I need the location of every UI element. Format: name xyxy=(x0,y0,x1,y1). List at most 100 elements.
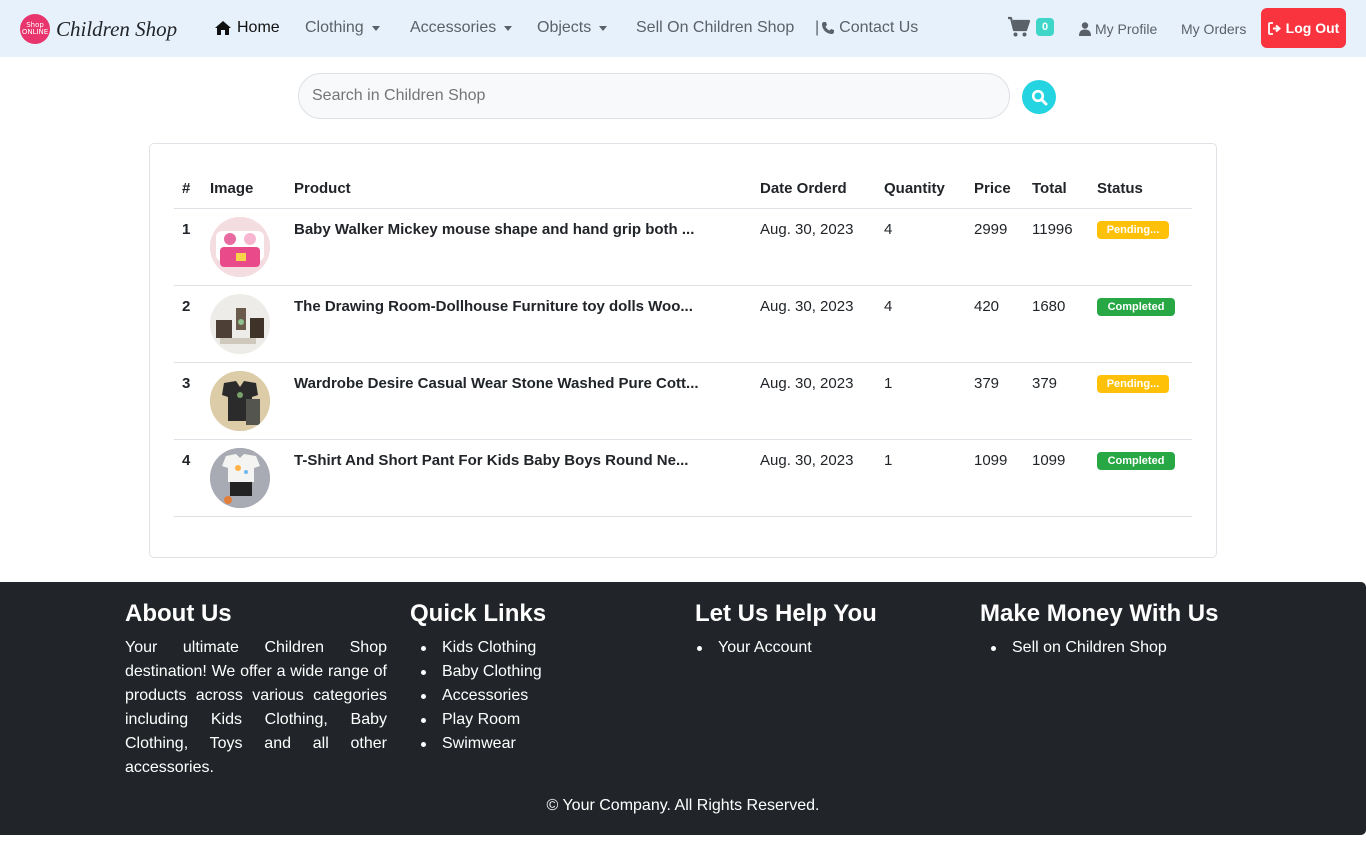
chevron-down-icon xyxy=(371,26,380,31)
home-icon xyxy=(215,21,231,35)
table-divider xyxy=(174,362,1192,363)
cart-button[interactable]: 0 xyxy=(1007,16,1055,38)
col-header-date: Date Orderd xyxy=(760,180,847,197)
footer-money-title: Make Money With Us xyxy=(980,600,1219,627)
footer-link-your-account[interactable]: Your Account xyxy=(695,636,812,660)
product-name[interactable]: Wardrobe Desire Casual Wear Stone Washed… xyxy=(294,375,714,392)
cart-icon xyxy=(1008,16,1031,37)
nav-clothing-dropdown[interactable]: Clothing xyxy=(305,19,380,37)
footer-link-kids-clothing[interactable]: Kids Clothing xyxy=(419,636,542,660)
footer-about-text: Your ultimate Children Shop destination!… xyxy=(125,639,387,776)
nav-home[interactable]: Home xyxy=(214,19,280,37)
chevron-down-icon xyxy=(504,26,513,31)
my-profile-label: My Profile xyxy=(1095,21,1158,37)
nav-accessories-label: Accessories xyxy=(410,19,497,36)
nav-home-label: Home xyxy=(237,19,280,36)
search-input[interactable] xyxy=(298,73,1010,119)
top-navbar: Shop ONLINE Children Shop Home Clothing … xyxy=(0,0,1366,57)
order-date: Aug. 30, 2023 xyxy=(760,375,854,392)
product-thumbnail[interactable] xyxy=(210,371,270,431)
order-date: Aug. 30, 2023 xyxy=(760,452,854,469)
footer-link-accessories[interactable]: Accessories xyxy=(419,684,542,708)
brand[interactable]: Shop ONLINE Children Shop xyxy=(20,14,177,44)
cart-count-badge: 0 xyxy=(1036,18,1055,36)
footer-link-swimwear[interactable]: Swimwear xyxy=(419,732,542,756)
nav-sell-label: Sell On Children Shop xyxy=(636,19,795,36)
nav-contact-link[interactable]: | Contact Us xyxy=(815,19,918,37)
col-header-quantity: Quantity xyxy=(884,180,945,197)
order-total: 379 xyxy=(1032,375,1058,392)
brand-logo-text: Shop ONLINE xyxy=(21,21,49,36)
orders-card xyxy=(149,143,1217,558)
status-badge: Completed xyxy=(1097,452,1175,470)
product-thumbnail[interactable] xyxy=(210,217,270,277)
row-number: 1 xyxy=(182,221,191,238)
logout-button[interactable]: Log Out xyxy=(1261,8,1346,48)
row-number: 3 xyxy=(182,375,191,392)
sign-out-icon xyxy=(1267,21,1281,35)
order-quantity: 4 xyxy=(884,221,893,238)
col-header-total: Total xyxy=(1032,180,1067,197)
my-orders-label: My Orders xyxy=(1181,21,1247,37)
nav-contact-label: Contact Us xyxy=(839,19,919,36)
product-name[interactable]: T-Shirt And Short Pant For Kids Baby Boy… xyxy=(294,452,714,469)
table-divider xyxy=(174,516,1192,517)
footer-link-sell[interactable]: Sell on Children Shop xyxy=(989,636,1167,660)
search-icon xyxy=(1031,89,1047,105)
footer-quick-links: Kids Clothing Baby Clothing Accessories … xyxy=(419,636,542,756)
footer-about-title: About Us xyxy=(125,600,232,627)
order-price: 379 xyxy=(974,375,1000,392)
order-price: 1099 xyxy=(974,452,1008,469)
order-quantity: 1 xyxy=(884,452,893,469)
product-name[interactable]: The Drawing Room-Dollhouse Furniture toy… xyxy=(294,298,714,315)
my-orders-link[interactable]: My Orders xyxy=(1181,21,1246,37)
brand-name: Children Shop xyxy=(56,16,178,41)
footer-quick-links-title: Quick Links xyxy=(410,600,547,627)
nav-accessories-dropdown[interactable]: Accessories xyxy=(410,19,513,37)
logout-label: Log Out xyxy=(1285,20,1340,36)
footer-link-play-room[interactable]: Play Room xyxy=(419,708,542,732)
product-name[interactable]: Baby Walker Mickey mouse shape and hand … xyxy=(294,221,714,238)
order-quantity: 1 xyxy=(884,375,893,392)
tshirt-shorts-image xyxy=(210,448,270,508)
row-number: 2 xyxy=(182,298,191,315)
baby-walker-image xyxy=(210,217,270,277)
product-thumbnail[interactable] xyxy=(210,448,270,508)
order-price: 2999 xyxy=(974,221,1008,238)
footer-copyright: © Your Company. All Rights Reserved. xyxy=(546,797,820,814)
footer-help-title: Let Us Help You xyxy=(695,600,877,627)
order-quantity: 4 xyxy=(884,298,893,315)
col-header-image: Image xyxy=(210,180,254,197)
nav-objects-label: Objects xyxy=(537,19,592,36)
footer-link-baby-clothing[interactable]: Baby Clothing xyxy=(419,660,542,684)
status-badge: Completed xyxy=(1097,298,1175,316)
footer-help-links: Your Account xyxy=(695,636,812,660)
col-header-price: Price xyxy=(974,180,1011,197)
phone-icon xyxy=(822,22,835,34)
my-profile-link[interactable]: My Profile xyxy=(1079,21,1157,37)
footer-money-links: Sell on Children Shop xyxy=(989,636,1167,660)
brand-logo: Shop ONLINE xyxy=(20,14,50,44)
table-divider xyxy=(174,439,1192,440)
order-price: 420 xyxy=(974,298,1000,315)
nav-objects-dropdown[interactable]: Objects xyxy=(537,19,608,37)
chevron-down-icon xyxy=(599,26,608,31)
order-total: 1099 xyxy=(1032,452,1066,469)
nav-separator: | xyxy=(815,19,820,36)
search-button[interactable] xyxy=(1022,80,1056,114)
status-badge: Pending... xyxy=(1097,221,1169,239)
table-divider xyxy=(174,208,1192,209)
col-header-status: Status xyxy=(1097,180,1143,197)
order-date: Aug. 30, 2023 xyxy=(760,298,854,315)
order-date: Aug. 30, 2023 xyxy=(760,221,854,238)
product-thumbnail[interactable] xyxy=(210,294,270,354)
order-total: 1680 xyxy=(1032,298,1066,315)
table-divider xyxy=(174,285,1192,286)
kids-outfit-image xyxy=(210,371,270,431)
nav-sell-link[interactable]: Sell On Children Shop xyxy=(636,19,794,37)
order-total: 11996 xyxy=(1032,221,1073,238)
col-header-number: # xyxy=(182,180,191,197)
dollhouse-furniture-image xyxy=(210,294,270,354)
col-header-product: Product xyxy=(294,180,351,197)
status-badge: Pending... xyxy=(1097,375,1169,393)
